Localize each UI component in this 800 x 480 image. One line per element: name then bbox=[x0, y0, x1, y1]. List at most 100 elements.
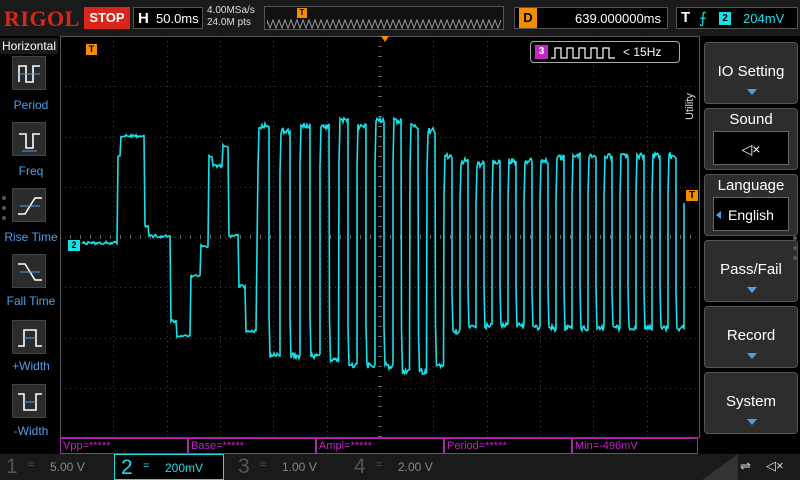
delay-value: 639.000000ms bbox=[575, 11, 661, 26]
submenu-arrow-icon bbox=[747, 353, 757, 359]
language-button[interactable]: Language English bbox=[704, 174, 798, 236]
corner-decoration bbox=[702, 454, 738, 480]
submenu-arrow-icon bbox=[747, 419, 757, 425]
coupling-icon: = bbox=[260, 459, 266, 471]
coupling-icon: = bbox=[28, 459, 34, 471]
system-label: System bbox=[705, 393, 797, 410]
speaker-mute-status-icon: ◁× bbox=[766, 458, 784, 474]
sound-button[interactable]: Sound ◁× bbox=[704, 108, 798, 170]
timebase-label: H bbox=[138, 10, 149, 27]
sample-rate: 4.00MSa/s bbox=[207, 5, 255, 17]
channel-2[interactable]: 2 = 200mV bbox=[114, 454, 224, 480]
channel-scale: 1.00 V bbox=[282, 460, 317, 474]
memory-trigger-marker: T bbox=[297, 8, 307, 18]
channel2-ground-marker[interactable]: 2 bbox=[68, 240, 80, 251]
channel-number: 2 bbox=[121, 456, 133, 480]
pulse-train-icon bbox=[551, 46, 621, 60]
measure-period[interactable]: Period=***** bbox=[444, 438, 572, 454]
run-stop-status[interactable]: STOP bbox=[84, 7, 130, 29]
memory-overview-icon bbox=[267, 19, 503, 29]
page-indicator bbox=[2, 196, 8, 226]
top-status-bar: RIGOL STOP H 50.0ms 4.00MSa/s 24.0M pts … bbox=[0, 0, 800, 36]
negative-width-label: -Width bbox=[0, 424, 62, 438]
measure-min[interactable]: Min=-496mV bbox=[572, 438, 698, 454]
positive-width-label: +Width bbox=[0, 359, 62, 373]
freq-label: Freq bbox=[0, 164, 62, 178]
period-icon bbox=[16, 60, 44, 88]
rise-time-button[interactable] bbox=[12, 188, 46, 222]
panel-title: Horizontal bbox=[0, 38, 58, 54]
memory-navigator[interactable]: T bbox=[264, 6, 504, 30]
io-setting-label: IO Setting bbox=[705, 63, 797, 80]
channel-1[interactable]: 1 = 5.00 V bbox=[0, 454, 112, 480]
coupling-icon: = bbox=[143, 460, 149, 472]
channel-bar: 1 = 5.00 V 2 = 200mV 3 = 1.00 V 4 = 2.00… bbox=[0, 454, 800, 480]
negative-width-button[interactable] bbox=[12, 384, 46, 418]
channel-4[interactable]: 4 = 2.00 V bbox=[348, 454, 460, 480]
brand-logo: RIGOL bbox=[4, 6, 80, 32]
coupling-icon: = bbox=[376, 459, 382, 471]
freq-icon bbox=[16, 126, 44, 154]
period-label: Period bbox=[0, 98, 62, 112]
channel-3[interactable]: 3 = 1.00 V bbox=[232, 454, 344, 480]
channel-scale: 5.00 V bbox=[50, 460, 85, 474]
positive-width-button[interactable] bbox=[12, 320, 46, 354]
trigger-source: 2 bbox=[719, 12, 731, 25]
sound-label: Sound bbox=[705, 111, 797, 128]
waveform-display[interactable] bbox=[60, 36, 700, 438]
channel-number: 3 bbox=[238, 455, 250, 479]
submenu-arrow-icon bbox=[747, 89, 757, 95]
fall-time-button[interactable] bbox=[12, 254, 46, 288]
page-indicator bbox=[793, 236, 797, 266]
utility-softkey-menu: IO Setting Sound ◁× Language English Pas… bbox=[700, 36, 800, 454]
trigger-level: 204mV bbox=[743, 11, 784, 26]
channel-scale: 2.00 V bbox=[398, 460, 433, 474]
timebase-value: 50.0ms bbox=[156, 11, 199, 26]
sound-value: ◁× bbox=[713, 131, 789, 165]
trigger-label: T bbox=[681, 9, 690, 26]
positive-width-icon bbox=[16, 324, 44, 352]
language-label: Language bbox=[705, 177, 797, 194]
trigger-position-marker bbox=[381, 36, 389, 42]
submenu-arrow-icon bbox=[747, 287, 757, 293]
trigger-level-marker[interactable]: T bbox=[686, 190, 698, 201]
horizontal-measure-panel: Horizontal Period Freq Rise Time Fall Ti… bbox=[0, 36, 58, 438]
measure-vpp[interactable]: Vpp=***** bbox=[60, 438, 188, 454]
negative-width-icon bbox=[16, 388, 44, 416]
fall-time-label: Fall Time bbox=[0, 294, 62, 308]
record-label: Record bbox=[705, 327, 797, 344]
memory-depth: 24.0M pts bbox=[207, 17, 255, 29]
measure-base[interactable]: Base=***** bbox=[188, 438, 316, 454]
channel-scale: 200mV bbox=[165, 461, 203, 475]
delay-box[interactable]: D 639.000000ms bbox=[514, 7, 668, 29]
speaker-mute-icon: ◁× bbox=[742, 141, 761, 157]
graticule bbox=[60, 36, 700, 438]
channel-number: 1 bbox=[6, 455, 18, 479]
counter-channel: 3 bbox=[535, 45, 548, 59]
rise-time-icon bbox=[16, 192, 44, 220]
measure-ampl[interactable]: Ampl=***** bbox=[316, 438, 444, 454]
rise-time-label: Rise Time bbox=[0, 230, 62, 244]
io-setting-button[interactable]: IO Setting bbox=[704, 42, 798, 104]
record-button[interactable]: Record bbox=[704, 306, 798, 368]
freq-button[interactable] bbox=[12, 122, 46, 156]
fall-time-icon bbox=[16, 258, 44, 286]
acquisition-info: 4.00MSa/s 24.0M pts bbox=[207, 5, 255, 29]
frequency-counter[interactable]: 3 < 15Hz bbox=[530, 41, 680, 63]
period-button[interactable] bbox=[12, 56, 46, 90]
usb-icon: ⇌ bbox=[740, 458, 751, 474]
pass-fail-label: Pass/Fail bbox=[705, 261, 797, 278]
channel-number: 4 bbox=[354, 455, 366, 479]
rising-edge-icon: ⨍ bbox=[699, 9, 707, 27]
trigger-time-marker: T bbox=[86, 44, 97, 55]
measurement-strip: Vpp=***** Base=***** Ampl=***** Period=*… bbox=[60, 438, 700, 454]
utility-menu-title: Utility bbox=[684, 80, 700, 120]
timebase-box[interactable]: H 50.0ms bbox=[133, 7, 203, 29]
delay-label: D bbox=[519, 8, 537, 28]
trigger-box[interactable]: T ⨍ 2 204mV bbox=[676, 7, 798, 29]
system-button[interactable]: System bbox=[704, 372, 798, 434]
pass-fail-button[interactable]: Pass/Fail bbox=[704, 240, 798, 302]
language-value: English bbox=[728, 207, 774, 223]
counter-value: < 15Hz bbox=[623, 45, 661, 59]
language-value-box: English bbox=[713, 197, 789, 231]
